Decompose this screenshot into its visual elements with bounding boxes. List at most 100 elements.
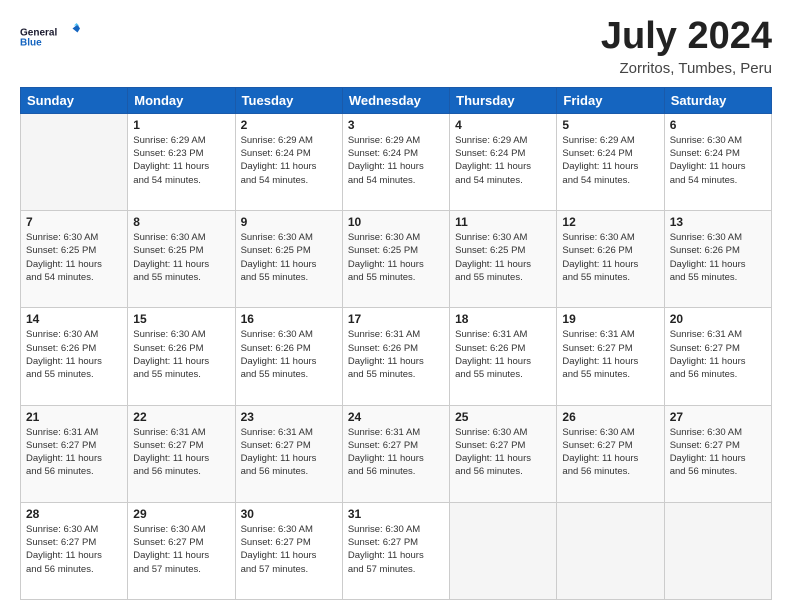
- table-row: 6 Sunrise: 6:30 AM Sunset: 6:24 PM Daylig…: [664, 113, 771, 210]
- table-row: 22 Sunrise: 6:31 AM Sunset: 6:27 PM Dayli…: [128, 405, 235, 502]
- table-row: 17 Sunrise: 6:31 AM Sunset: 6:26 PM Dayli…: [342, 308, 449, 405]
- col-friday: Friday: [557, 87, 664, 113]
- week-row-3: 14 Sunrise: 6:30 AM Sunset: 6:26 PM Dayli…: [21, 308, 772, 405]
- table-row: 7 Sunrise: 6:30 AM Sunset: 6:25 PM Daylig…: [21, 211, 128, 308]
- day-details: Sunrise: 6:30 AM Sunset: 6:27 PM Dayligh…: [133, 523, 229, 576]
- col-monday: Monday: [128, 87, 235, 113]
- table-row: 31Sunrise: 6:30 AM Sunset: 6:27 PM Dayli…: [342, 502, 449, 599]
- day-number: 29: [133, 507, 229, 521]
- page: General Blue July 2024 Zorritos, Tumbes,…: [0, 0, 792, 612]
- day-number: 17: [348, 312, 444, 326]
- day-number: 14: [26, 312, 122, 326]
- table-row: 11 Sunrise: 6:30 AM Sunset: 6:25 PM Dayli…: [450, 211, 557, 308]
- table-row: 5 Sunrise: 6:29 AM Sunset: 6:24 PM Daylig…: [557, 113, 664, 210]
- table-row: 25Sunrise: 6:30 AM Sunset: 6:27 PM Dayli…: [450, 405, 557, 502]
- day-number: 11: [455, 215, 551, 229]
- day-details: Sunrise: 6:30 AM Sunset: 6:25 PM Dayligh…: [133, 231, 229, 284]
- table-row: 18 Sunrise: 6:31 AM Sunset: 6:26 PM Dayli…: [450, 308, 557, 405]
- day-number: 4: [455, 118, 551, 132]
- day-number: 10: [348, 215, 444, 229]
- week-row-5: 28Sunrise: 6:30 AM Sunset: 6:27 PM Dayli…: [21, 502, 772, 599]
- table-row: 13 Sunrise: 6:30 AM Sunset: 6:26 PM Dayli…: [664, 211, 771, 308]
- subtitle: Zorritos, Tumbes, Peru: [601, 60, 772, 77]
- day-details: Sunrise: 6:29 AM Sunset: 6:24 PM Dayligh…: [348, 134, 444, 187]
- day-number: 1: [133, 118, 229, 132]
- day-details: Sunrise: 6:29 AM Sunset: 6:24 PM Dayligh…: [562, 134, 658, 187]
- table-row: 2 Sunrise: 6:29 AM Sunset: 6:24 PM Daylig…: [235, 113, 342, 210]
- col-saturday: Saturday: [664, 87, 771, 113]
- day-details: Sunrise: 6:30 AM Sunset: 6:26 PM Dayligh…: [133, 328, 229, 381]
- day-details: Sunrise: 6:30 AM Sunset: 6:26 PM Dayligh…: [670, 231, 766, 284]
- day-details: Sunrise: 6:30 AM Sunset: 6:25 PM Dayligh…: [26, 231, 122, 284]
- table-row: 30 Sunrise: 6:30 AM Sunset: 6:27 PM Dayli…: [235, 502, 342, 599]
- title-block: July 2024 Zorritos, Tumbes, Peru: [601, 16, 772, 77]
- day-details: Sunrise: 6:31 AM Sunset: 6:26 PM Dayligh…: [348, 328, 444, 381]
- day-details: Sunrise: 6:29 AM Sunset: 6:24 PM Dayligh…: [241, 134, 337, 187]
- table-row: [21, 113, 128, 210]
- logo: General Blue: [20, 16, 80, 58]
- day-number: 22: [133, 410, 229, 424]
- day-number: 5: [562, 118, 658, 132]
- col-thursday: Thursday: [450, 87, 557, 113]
- main-title: July 2024: [601, 16, 772, 58]
- day-details: Sunrise: 6:30 AM Sunset: 6:27 PM Dayligh…: [241, 523, 337, 576]
- day-number: 30: [241, 507, 337, 521]
- table-row: 3Sunrise: 6:29 AM Sunset: 6:24 PM Daylig…: [342, 113, 449, 210]
- day-details: Sunrise: 6:31 AM Sunset: 6:26 PM Dayligh…: [455, 328, 551, 381]
- header: General Blue July 2024 Zorritos, Tumbes,…: [20, 16, 772, 77]
- day-number: 25: [455, 410, 551, 424]
- table-row: 16 Sunrise: 6:30 AM Sunset: 6:26 PM Dayli…: [235, 308, 342, 405]
- day-number: 2: [241, 118, 337, 132]
- day-number: 13: [670, 215, 766, 229]
- table-row: 27 Sunrise: 6:30 AM Sunset: 6:27 PM Dayli…: [664, 405, 771, 502]
- day-number: 27: [670, 410, 766, 424]
- week-row-1: 1 Sunrise: 6:29 AM Sunset: 6:23 PM Daylig…: [21, 113, 772, 210]
- day-number: 18: [455, 312, 551, 326]
- svg-text:General: General: [20, 28, 57, 39]
- day-number: 8: [133, 215, 229, 229]
- week-row-2: 7 Sunrise: 6:30 AM Sunset: 6:25 PM Daylig…: [21, 211, 772, 308]
- col-tuesday: Tuesday: [235, 87, 342, 113]
- table-row: [664, 502, 771, 599]
- table-row: 8 Sunrise: 6:30 AM Sunset: 6:25 PM Daylig…: [128, 211, 235, 308]
- day-number: 21: [26, 410, 122, 424]
- day-details: Sunrise: 6:30 AM Sunset: 6:27 PM Dayligh…: [26, 523, 122, 576]
- day-number: 9: [241, 215, 337, 229]
- day-details: Sunrise: 6:30 AM Sunset: 6:25 PM Dayligh…: [348, 231, 444, 284]
- table-row: 23Sunrise: 6:31 AM Sunset: 6:27 PM Dayli…: [235, 405, 342, 502]
- day-number: 6: [670, 118, 766, 132]
- table-row: 15 Sunrise: 6:30 AM Sunset: 6:26 PM Dayli…: [128, 308, 235, 405]
- table-row: 9 Sunrise: 6:30 AM Sunset: 6:25 PM Daylig…: [235, 211, 342, 308]
- day-number: 16: [241, 312, 337, 326]
- day-number: 24: [348, 410, 444, 424]
- logo-svg: General Blue: [20, 16, 80, 58]
- day-details: Sunrise: 6:29 AM Sunset: 6:24 PM Dayligh…: [455, 134, 551, 187]
- col-wednesday: Wednesday: [342, 87, 449, 113]
- day-details: Sunrise: 6:30 AM Sunset: 6:25 PM Dayligh…: [455, 231, 551, 284]
- day-details: Sunrise: 6:30 AM Sunset: 6:24 PM Dayligh…: [670, 134, 766, 187]
- day-number: 23: [241, 410, 337, 424]
- day-details: Sunrise: 6:31 AM Sunset: 6:27 PM Dayligh…: [562, 328, 658, 381]
- table-row: 20Sunrise: 6:31 AM Sunset: 6:27 PM Dayli…: [664, 308, 771, 405]
- day-details: Sunrise: 6:30 AM Sunset: 6:25 PM Dayligh…: [241, 231, 337, 284]
- table-row: [450, 502, 557, 599]
- day-details: Sunrise: 6:30 AM Sunset: 6:26 PM Dayligh…: [562, 231, 658, 284]
- day-details: Sunrise: 6:31 AM Sunset: 6:27 PM Dayligh…: [348, 426, 444, 479]
- day-details: Sunrise: 6:31 AM Sunset: 6:27 PM Dayligh…: [26, 426, 122, 479]
- table-row: 29 Sunrise: 6:30 AM Sunset: 6:27 PM Dayli…: [128, 502, 235, 599]
- table-row: 26Sunrise: 6:30 AM Sunset: 6:27 PM Dayli…: [557, 405, 664, 502]
- table-row: 14Sunrise: 6:30 AM Sunset: 6:26 PM Dayli…: [21, 308, 128, 405]
- day-details: Sunrise: 6:30 AM Sunset: 6:27 PM Dayligh…: [562, 426, 658, 479]
- col-sunday: Sunday: [21, 87, 128, 113]
- day-number: 15: [133, 312, 229, 326]
- week-row-4: 21 Sunrise: 6:31 AM Sunset: 6:27 PM Dayli…: [21, 405, 772, 502]
- table-row: 1 Sunrise: 6:29 AM Sunset: 6:23 PM Daylig…: [128, 113, 235, 210]
- day-number: 7: [26, 215, 122, 229]
- table-row: 19Sunrise: 6:31 AM Sunset: 6:27 PM Dayli…: [557, 308, 664, 405]
- day-details: Sunrise: 6:30 AM Sunset: 6:26 PM Dayligh…: [241, 328, 337, 381]
- day-details: Sunrise: 6:29 AM Sunset: 6:23 PM Dayligh…: [133, 134, 229, 187]
- day-details: Sunrise: 6:31 AM Sunset: 6:27 PM Dayligh…: [133, 426, 229, 479]
- day-details: Sunrise: 6:31 AM Sunset: 6:27 PM Dayligh…: [670, 328, 766, 381]
- day-details: Sunrise: 6:30 AM Sunset: 6:27 PM Dayligh…: [670, 426, 766, 479]
- table-row: 12Sunrise: 6:30 AM Sunset: 6:26 PM Dayli…: [557, 211, 664, 308]
